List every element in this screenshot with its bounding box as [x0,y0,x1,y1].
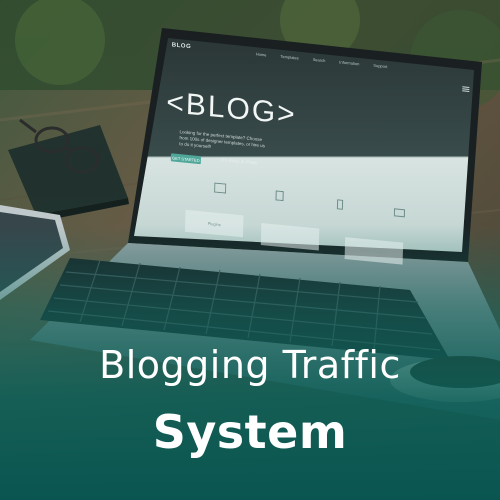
nav-link: Home [255,51,267,58]
browser-icon [214,182,227,194]
nav-link: Templates [280,53,299,61]
caption-line-1: Blogging Traffic [99,343,401,387]
feature-card: WEB DESIGN [344,237,404,265]
chat-icon [393,208,406,218]
document-icon [275,190,284,202]
hero-script: It's Easy & Free! [220,157,258,167]
nav-link: Support [373,62,388,70]
hero-title: <BLOG> [165,85,298,132]
laptop-screen: BLOG Home Templates Search Information S… [163,38,480,278]
feature-card [260,223,320,251]
nav-link: Information [339,59,360,67]
screen-brand: BLOG [171,42,192,51]
caption-line-2: System [152,405,348,459]
nav-link: Search [312,56,326,64]
hero-button: GET STARTED [170,153,201,165]
hero-text: Looking for the perfect template? Choose… [179,129,265,150]
phone-icon [336,199,344,210]
feature-card: Plugins [184,209,244,238]
menu-icon [462,86,470,92]
